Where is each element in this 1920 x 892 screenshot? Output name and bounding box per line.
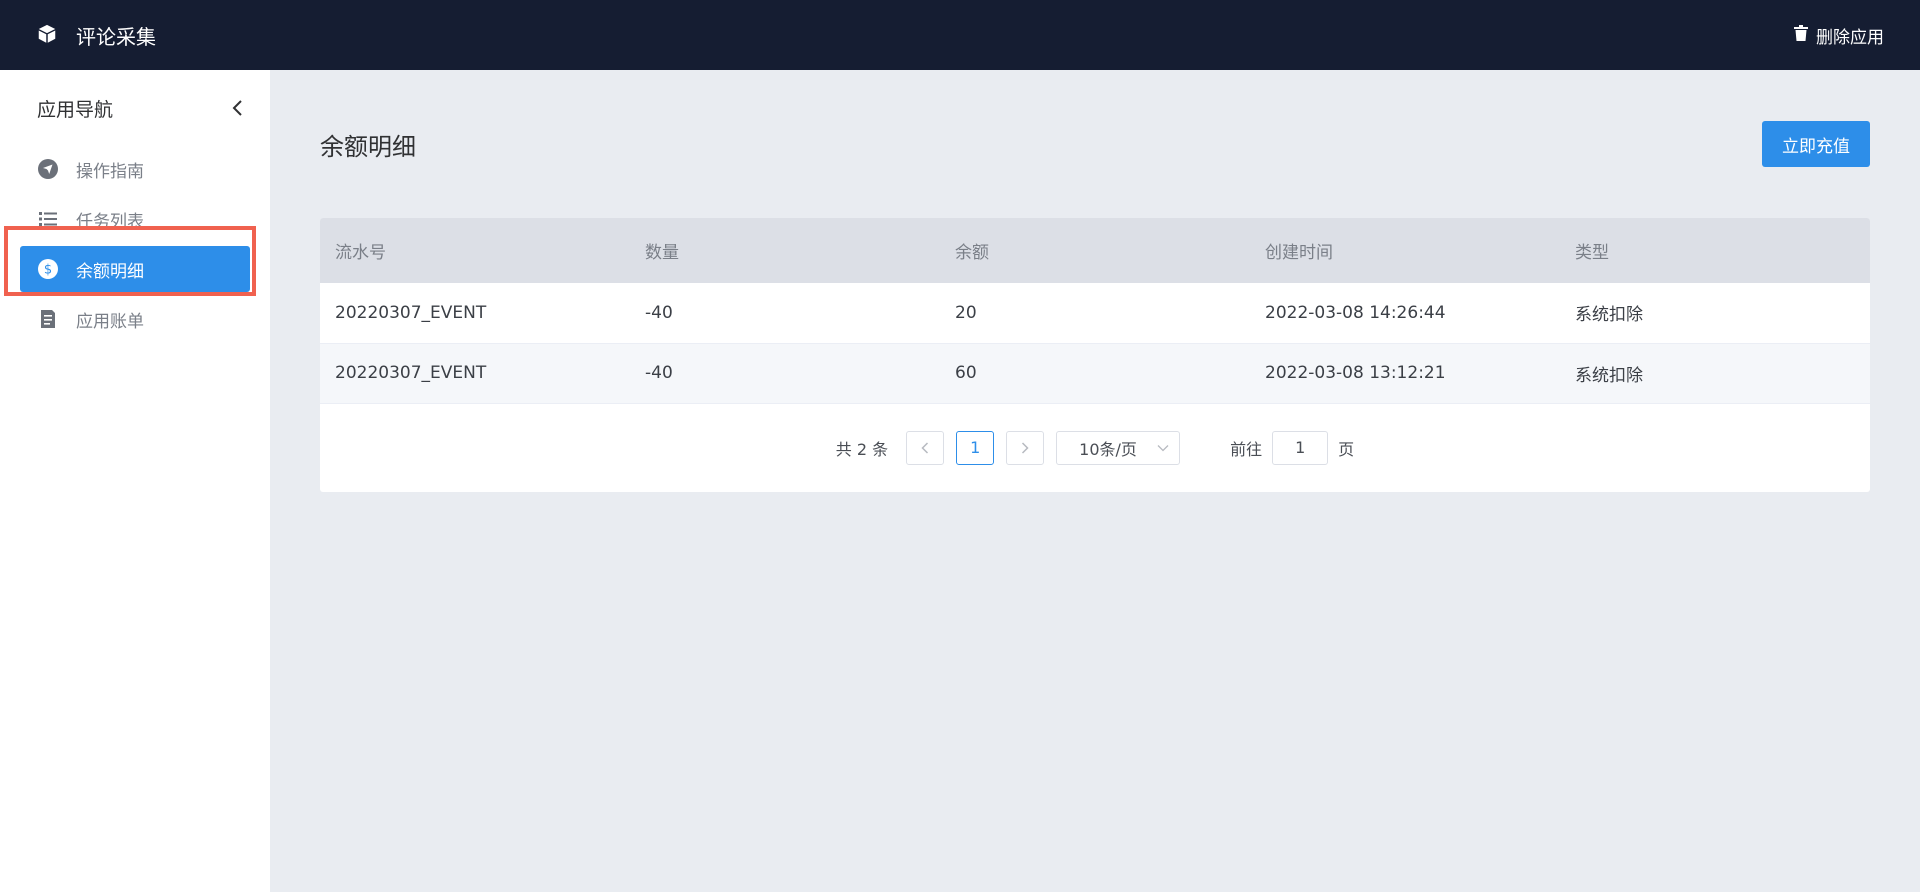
- goto-prefix: 前往: [1230, 439, 1263, 459]
- page-size-select[interactable]: 10条/页: [1056, 430, 1181, 465]
- cell-created-time: 2022-03-08 13:12:21: [1265, 363, 1446, 383]
- pagination-total: 共 2 条: [835, 439, 889, 459]
- column-header: 流水号: [335, 243, 386, 263]
- sidebar-title: 应用导航: [37, 98, 114, 121]
- recharge-button[interactable]: 立即充值: [1762, 121, 1870, 167]
- cell-amount: -40: [645, 363, 673, 383]
- list-icon: [37, 208, 59, 230]
- pagination: 共 2 条 1 10条/页 前往 页: [320, 404, 1870, 492]
- svg-text:$: $: [44, 263, 52, 278]
- chevron-left-icon: [921, 441, 929, 454]
- column-header: 类型: [1575, 243, 1609, 263]
- cell-balance: 60: [955, 363, 977, 383]
- sidebar: 应用导航 操作指南 任务列表 $ 余额明细 应用账单: [0, 70, 270, 892]
- sidebar-item-label: 应用账单: [76, 311, 144, 332]
- balance-table-card: 流水号 数量 余额 创建时间 类型 20220307_EVENT -40 20 …: [320, 218, 1870, 492]
- table-row: 20220307_EVENT -40 60 2022-03-08 13:12:2…: [320, 343, 1870, 403]
- trash-icon: [1794, 24, 1808, 46]
- bill-icon: [37, 308, 59, 330]
- cell-balance: 20: [955, 302, 977, 323]
- brand: 评论采集: [36, 21, 156, 50]
- page-size-value: 10条/页: [1079, 439, 1137, 459]
- column-header: 创建时间: [1265, 243, 1333, 263]
- page-title: 余额明细: [320, 132, 416, 161]
- main-content: 余额明细 立即充值 流水号 数量 余额 创建时间 类型 20220307_EVE…: [320, 70, 1870, 492]
- sidebar-menu: 操作指南 任务列表 $ 余额明细 应用账单: [0, 146, 270, 342]
- app-title: 评论采集: [76, 24, 156, 49]
- cell-amount: -40: [645, 302, 673, 323]
- delete-app-button[interactable]: 删除应用: [1794, 23, 1884, 48]
- sidebar-item-guide[interactable]: 操作指南: [20, 146, 250, 192]
- page-number-button[interactable]: 1: [956, 430, 995, 465]
- chevron-right-icon: [1022, 441, 1029, 454]
- cell-created-time: 2022-03-08 14:26:44: [1265, 302, 1446, 323]
- prev-page-button[interactable]: [906, 430, 945, 465]
- table-header-row: 流水号 数量 余额 创建时间 类型: [320, 218, 1870, 283]
- cell-type: 系统扣除: [1575, 305, 1643, 326]
- navigation-icon: [37, 158, 59, 180]
- sidebar-item-bills[interactable]: 应用账单: [20, 296, 250, 342]
- sidebar-item-label: 余额明细: [76, 261, 144, 282]
- cell-serial: 20220307_EVENT: [335, 302, 487, 323]
- sidebar-header: 应用导航: [0, 70, 270, 146]
- cell-type: 系统扣除: [1575, 365, 1643, 386]
- table-row: 20220307_EVENT -40 20 2022-03-08 14:26:4…: [320, 283, 1870, 343]
- top-bar: 评论采集 删除应用: [0, 0, 1920, 70]
- sidebar-item-tasks[interactable]: 任务列表: [20, 196, 250, 242]
- goto-page-input[interactable]: [1272, 430, 1329, 465]
- next-page-button[interactable]: [1006, 430, 1045, 465]
- cube-icon: [36, 23, 60, 47]
- chevron-left-icon[interactable]: [226, 97, 248, 119]
- goto-suffix: 页: [1338, 439, 1355, 459]
- column-header: 数量: [645, 243, 679, 263]
- cell-serial: 20220307_EVENT: [335, 363, 487, 383]
- sidebar-item-label: 操作指南: [76, 161, 144, 182]
- delete-app-label: 删除应用: [1816, 27, 1884, 48]
- balance-table: 流水号 数量 余额 创建时间 类型 20220307_EVENT -40 20 …: [320, 218, 1870, 404]
- sidebar-item-label: 任务列表: [76, 211, 144, 232]
- dollar-icon: $: [37, 258, 59, 280]
- sidebar-item-balance[interactable]: $ 余额明细: [20, 246, 250, 292]
- column-header: 余额: [955, 243, 989, 263]
- page-header: 余额明细 立即充值: [320, 70, 1870, 218]
- chevron-down-icon: [1157, 444, 1169, 451]
